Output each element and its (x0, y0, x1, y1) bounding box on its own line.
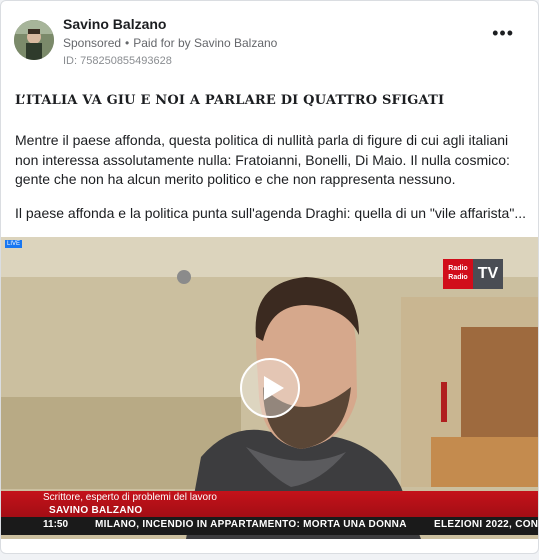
sponsored-label[interactable]: Sponsored (63, 36, 121, 50)
lower-third-name: SAVINO BALZANO (49, 505, 143, 516)
logo-text-mid: Radio (448, 274, 468, 281)
separator-dot: • (125, 36, 130, 50)
radio-radio-tv-logo: Radio Radio TV (443, 259, 503, 289)
ticker-time: 11:50 (43, 519, 69, 530)
more-dots-icon[interactable]: ••• (492, 24, 514, 42)
author-name[interactable]: Savino Balzano (63, 16, 166, 32)
post-headline: L’ITALIA VA GIU E NOI A PARLARE DI QUATT… (15, 93, 445, 108)
logo-red-block: Radio Radio (443, 259, 473, 289)
sponsored-meta: Sponsored • Paid for by Savino Balzano (63, 36, 277, 50)
ticker-headline-2: ELEZIONI 2022, CON (434, 519, 539, 530)
play-icon[interactable] (240, 358, 300, 418)
lower-third-role: Scrittore, esperto di problemi del lavor… (43, 492, 217, 503)
body-paragraph-2[interactable]: Il paese affonda e la politica punta sul… (15, 204, 530, 224)
paid-for-label[interactable]: Paid for by Savino Balzano (133, 36, 277, 50)
body-paragraph-1: Mentre il paese affonda, questa politica… (15, 132, 510, 187)
logo-text-top: Radio (448, 265, 468, 272)
ad-post-card: Savino Balzano Sponsored • Paid for by Sav… (0, 0, 539, 554)
logo-tv: TV (473, 259, 503, 289)
avatar[interactable] (14, 20, 54, 60)
ticker-headline-1: MILANO, INCENDIO IN APPARTAMENTO: MORTA … (95, 519, 407, 530)
post-body: Mentre il paese affonda, questa politica… (15, 131, 530, 237)
live-badge: LIVE (5, 240, 23, 248)
ad-id: ID: 758250855493628 (63, 55, 172, 67)
